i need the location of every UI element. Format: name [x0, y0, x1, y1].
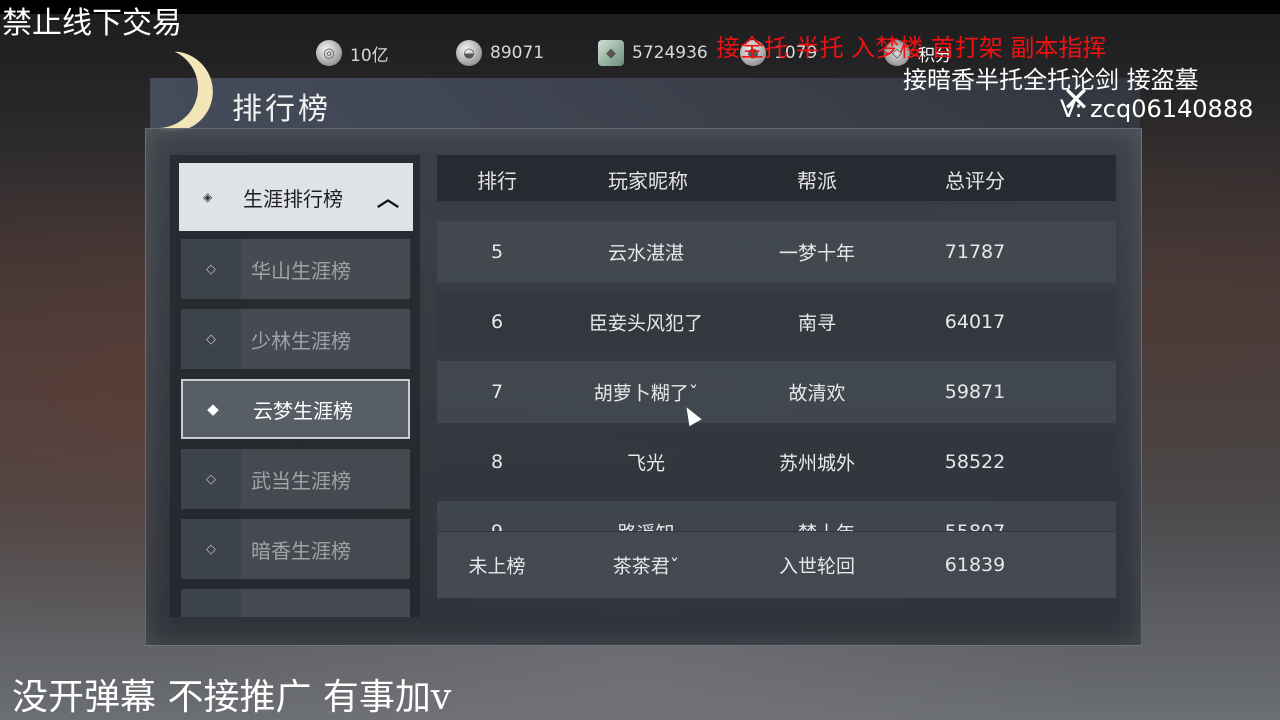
score-cell: 58522: [944, 451, 1006, 473]
rank-cell: 未上榜: [468, 555, 526, 578]
score-cell: 59871: [944, 381, 1006, 403]
name-cell: 云水湛湛: [607, 242, 685, 265]
sidebar-item-yunmeng[interactable]: ◆ 云梦生涯榜: [181, 379, 410, 439]
table-header: 排行 玩家昵称 帮派 总评分: [437, 155, 1116, 201]
score-cell: 55807: [945, 521, 1005, 531]
currency-value: 5724936: [632, 43, 708, 63]
guild-cell: 一梦十年: [778, 242, 856, 265]
currency-value: 10亿: [350, 45, 389, 66]
name-cell: 胡萝卜糊了ˇ: [593, 382, 699, 405]
table-row[interactable]: 6 臣妾头风犯了 南寻 64017: [437, 291, 1116, 353]
overlay-white-text: 接暗香半托全托论剑 接盗墓: [903, 66, 1199, 94]
top-strip: [0, 0, 1280, 14]
rank-cell: 8: [490, 451, 504, 473]
diamond-outline-icon: ◇: [181, 449, 241, 509]
score-cell: 61839: [944, 554, 1006, 576]
currency-value: 89071: [490, 43, 545, 63]
score-cell: 71787: [944, 241, 1006, 263]
rank-cell: 5: [490, 241, 504, 263]
category-sidebar: ◈ 生涯排行榜 ︿ ◇ 华山生涯榜 ◇ 少林生涯榜 ◆ 云梦生涯榜 ◇ 武当生涯…: [170, 155, 420, 617]
rank-cell: 6: [490, 311, 504, 333]
diamond-outline-icon: [181, 589, 241, 617]
ingot-icon: ◒: [456, 40, 482, 66]
overlay-bottom-text: 没开弹幕 不接推广 有事加v: [12, 677, 452, 718]
overlay-contact-text: V: zcq06140888: [1060, 95, 1254, 123]
currency-jade: ◆ 5724936: [598, 38, 708, 68]
sidebar-item-anxiang[interactable]: ◇ 暗香生涯榜: [181, 519, 410, 579]
sidebar-item-wudang[interactable]: ◇ 武当生涯榜: [181, 449, 410, 509]
category-diamond-icon: ◈: [203, 190, 213, 204]
overlay-red-text: 接全托 半托 入梦楼 首打架 副本指挥: [716, 34, 1107, 62]
header-score: 总评分: [945, 169, 1005, 193]
currency-ingot: ◒ 89071: [456, 38, 544, 68]
guild-cell: 故清欢: [788, 382, 846, 405]
overlay-top-left-text: 禁止线下交易: [2, 6, 182, 41]
guild-cell: 入世轮回: [778, 555, 856, 578]
header-guild: 帮派: [797, 169, 837, 193]
category-label: 生涯排行榜: [243, 186, 343, 211]
sidebar-item-label: 云梦生涯榜: [253, 398, 353, 423]
name-cell: 飞光: [626, 452, 666, 475]
chevron-up-icon[interactable]: ︿: [377, 181, 399, 213]
leaderboard-table: 排行 玩家昵称 帮派 总评分 5 云水湛湛 一梦十年 71787 6 臣妾头风犯…: [437, 155, 1116, 617]
table-rows[interactable]: 5 云水湛湛 一梦十年 71787 6 臣妾头风犯了 南寻 64017 7 胡萝…: [437, 201, 1116, 531]
table-row[interactable]: 5 云水湛湛 一梦十年 71787: [437, 221, 1116, 283]
guild-cell: 南寻: [797, 312, 837, 335]
name-cell: 路遥知: [617, 519, 674, 532]
sidebar-item-shaolin[interactable]: ◇ 少林生涯榜: [181, 309, 410, 369]
header-name: 玩家昵称: [608, 169, 688, 193]
table-row[interactable]: 8 飞光 苏州城外 58522: [437, 431, 1116, 493]
sidebar-item-label: 武当生涯榜: [251, 468, 351, 493]
diamond-outline-icon: ◇: [181, 239, 241, 299]
sidebar-item-label: 少林生涯榜: [251, 328, 351, 353]
rank-cell: 9: [491, 521, 503, 531]
table-row[interactable]: 7 胡萝卜糊了ˇ 故清欢 59871: [437, 361, 1116, 423]
guild-cell: 苏州城外: [778, 452, 856, 475]
my-rank-row: 未上榜 茶茶君ˇ 入世轮回 61839: [437, 532, 1116, 598]
diamond-outline-icon: ◇: [181, 309, 241, 369]
category-header[interactable]: ◈ 生涯排行榜 ︿: [179, 163, 413, 231]
name-cell: 臣妾头风犯了: [588, 312, 704, 335]
sidebar-item-next[interactable]: [181, 589, 410, 617]
silver-coin-icon: ◎: [316, 40, 342, 66]
currency-silver: ◎ 10亿: [316, 38, 389, 68]
sidebar-item-label: 暗香生涯榜: [251, 538, 351, 563]
page-title: 排行榜: [232, 92, 331, 127]
name-cell: 茶茶君ˇ: [612, 555, 680, 578]
sidebar-item-label: 华山生涯榜: [251, 258, 351, 283]
table-row[interactable]: 9 路遥知 一梦十年 55807: [437, 501, 1116, 531]
diamond-filled-icon: ◆: [207, 400, 219, 418]
sidebar-item-huashan[interactable]: ◇ 华山生涯榜: [181, 239, 410, 299]
diamond-outline-icon: ◇: [181, 519, 241, 579]
header-rank: 排行: [477, 169, 517, 193]
jade-icon: ◆: [598, 40, 624, 66]
guild-cell: 一梦十年: [779, 519, 855, 532]
rank-cell: 7: [490, 381, 504, 403]
score-cell: 64017: [944, 311, 1006, 333]
